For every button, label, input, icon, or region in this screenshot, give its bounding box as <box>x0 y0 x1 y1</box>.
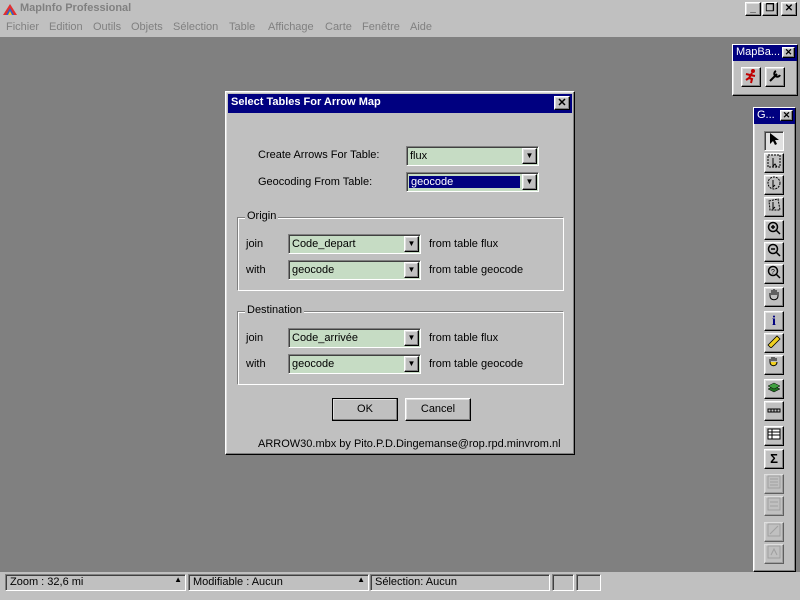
destination-join-select[interactable]: Code_arrivée ▼ <box>288 328 421 348</box>
origin-join-from: from table flux <box>429 238 499 250</box>
scale-bar-icon[interactable] <box>764 401 784 421</box>
statistics-sigma-icon[interactable]: Σ <box>764 449 784 469</box>
main-palette-close-button[interactable]: ✕ <box>780 110 793 121</box>
mapbasic-palette-close-button[interactable]: ✕ <box>782 47 795 58</box>
zoom-out-icon[interactable] <box>764 242 784 262</box>
chevron-down-icon[interactable]: ▼ <box>522 174 537 190</box>
caret-up-icon: ▲ <box>357 575 365 584</box>
geocoding-label: Geocoding From Table: <box>258 176 373 188</box>
menu-fenetre[interactable]: Fenêtre <box>362 21 400 33</box>
chevron-down-icon[interactable]: ▼ <box>404 330 419 346</box>
geocoding-select[interactable]: geocode ▼ <box>406 172 539 192</box>
hotlink-disabled-icon[interactable] <box>764 522 784 542</box>
dialog-title-bar[interactable]: Select Tables For Arrow Map ✕ <box>228 94 572 113</box>
info-tool-icon[interactable]: i <box>764 311 784 331</box>
caret-up-icon: ▲ <box>174 575 182 584</box>
status-zoom-text: Zoom : 32,6 mi <box>10 576 84 588</box>
destination-with-value: geocode <box>292 358 335 370</box>
mapbasic-palette-title-bar[interactable]: MapBa... ✕ <box>733 45 797 61</box>
create-arrows-select[interactable]: flux ▼ <box>406 146 539 166</box>
menu-aide[interactable]: Aide <box>410 21 432 33</box>
mapbasic-palette-title: MapBa... <box>736 46 781 58</box>
dialog-footer-credit: ARROW30.mbx by Pito.P.D.Dingemanse@rop.r… <box>258 438 561 450</box>
status-selection-text: Sélection: Aucun <box>375 576 457 588</box>
marquee-select-icon[interactable] <box>764 153 784 173</box>
menu-bar: Fichier Edition Outils Objets Sélection … <box>0 18 800 38</box>
status-empty-field-1 <box>552 574 574 591</box>
running-man-icon <box>745 69 756 84</box>
menu-carte[interactable]: Carte <box>325 21 352 33</box>
destination-with-from: from table geocode <box>429 358 524 370</box>
polygon-select-icon[interactable] <box>764 197 784 217</box>
origin-with-select[interactable]: geocode ▼ <box>288 260 421 280</box>
menu-outils[interactable]: Outils <box>93 21 121 33</box>
menu-edition[interactable]: Edition <box>49 21 83 33</box>
geocoding-value: geocode <box>409 176 520 188</box>
destination-join-from: from table flux <box>429 332 499 344</box>
status-empty-field-2 <box>576 574 601 591</box>
chevron-down-icon[interactable]: ▼ <box>404 236 419 252</box>
origin-with-label: with <box>246 264 266 276</box>
legend-2-disabled-icon[interactable] <box>764 496 784 516</box>
restore-button[interactable]: ❐ <box>762 2 778 16</box>
dialog-close-button[interactable]: ✕ <box>554 96 570 110</box>
app-title: MapInfo Professional <box>20 2 132 14</box>
layer-control-icon[interactable] <box>764 379 784 399</box>
create-arrows-label: Create Arrows For Table: <box>258 149 380 161</box>
zoom-in-icon[interactable] <box>764 220 784 240</box>
origin-join-label: join <box>246 238 264 250</box>
app-title-bar: MapInfo Professional _ ❐ ✕ <box>0 0 800 18</box>
close-button[interactable]: ✕ <box>781 2 797 16</box>
destination-join-label: join <box>246 332 264 344</box>
chevron-down-icon[interactable]: ▼ <box>522 148 537 164</box>
browser-icon[interactable] <box>764 426 784 446</box>
status-bar: Zoom : 32,6 mi ▲ Modifiable : Aucun ▲ Sé… <box>0 572 800 600</box>
main-palette-title: G... <box>757 109 775 121</box>
origin-group-title: Origin <box>245 210 279 222</box>
menu-table[interactable]: Table <box>229 21 255 33</box>
mapinfo-logo-icon <box>3 4 17 15</box>
destination-group-title: Destination <box>245 304 305 316</box>
dialog-title: Select Tables For Arrow Map <box>231 96 381 108</box>
radius-select-icon[interactable] <box>764 175 784 195</box>
svg-text:?: ? <box>771 269 775 276</box>
menu-selection[interactable]: Sélection <box>173 21 218 33</box>
destination-with-label: with <box>246 358 266 370</box>
origin-join-value: Code_depart <box>292 238 356 250</box>
origin-with-from: from table geocode <box>429 264 524 276</box>
status-modifiable[interactable]: Modifiable : Aucun ▲ <box>188 574 369 591</box>
drag-map-disabled-icon[interactable] <box>764 544 784 564</box>
wrench-icon <box>769 70 781 82</box>
ruler-icon[interactable] <box>764 333 784 353</box>
status-selection: Sélection: Aucun <box>370 574 550 591</box>
status-modifiable-text: Modifiable : Aucun <box>193 576 283 588</box>
legend-disabled-icon[interactable] <box>764 474 784 494</box>
origin-with-value: geocode <box>292 264 335 276</box>
select-arrow-icon[interactable] <box>764 131 784 151</box>
grabber-hand-icon[interactable] <box>764 287 784 307</box>
run-program-icon[interactable] <box>741 67 761 87</box>
destination-join-value: Code_arrivée <box>292 332 359 344</box>
main-palette-title-bar[interactable]: G... ✕ <box>754 108 795 124</box>
origin-join-select[interactable]: Code_depart ▼ <box>288 234 421 254</box>
arrow-map-dialog: Select Tables For Arrow Map ✕ Create Arr… <box>225 91 575 455</box>
create-arrows-value: flux <box>410 150 428 162</box>
mapbasic-palette: MapBa... ✕ <box>732 44 798 96</box>
menu-affichage[interactable]: Affichage <box>268 21 314 33</box>
status-zoom[interactable]: Zoom : 32,6 mi ▲ <box>5 574 186 591</box>
destination-group: Destination join Code_arrivée ▼ from tab… <box>237 304 564 385</box>
chevron-down-icon[interactable]: ▼ <box>404 356 419 372</box>
ok-button[interactable]: OK <box>332 398 398 421</box>
chevron-down-icon[interactable]: ▼ <box>404 262 419 278</box>
destination-with-select[interactable]: geocode ▼ <box>288 354 421 374</box>
change-view-icon[interactable]: ? <box>764 264 784 284</box>
minimize-button[interactable]: _ <box>745 2 761 16</box>
menu-objets[interactable]: Objets <box>131 21 163 33</box>
menu-fichier[interactable]: Fichier <box>6 21 39 33</box>
main-tool-palette: G... ✕ ? i Σ <box>753 107 796 572</box>
label-tool-icon[interactable] <box>764 355 784 375</box>
mapbasic-window-icon[interactable] <box>765 67 785 87</box>
origin-group: Origin join Code_depart ▼ from table flu… <box>237 210 564 291</box>
cancel-button[interactable]: Cancel <box>405 398 471 421</box>
